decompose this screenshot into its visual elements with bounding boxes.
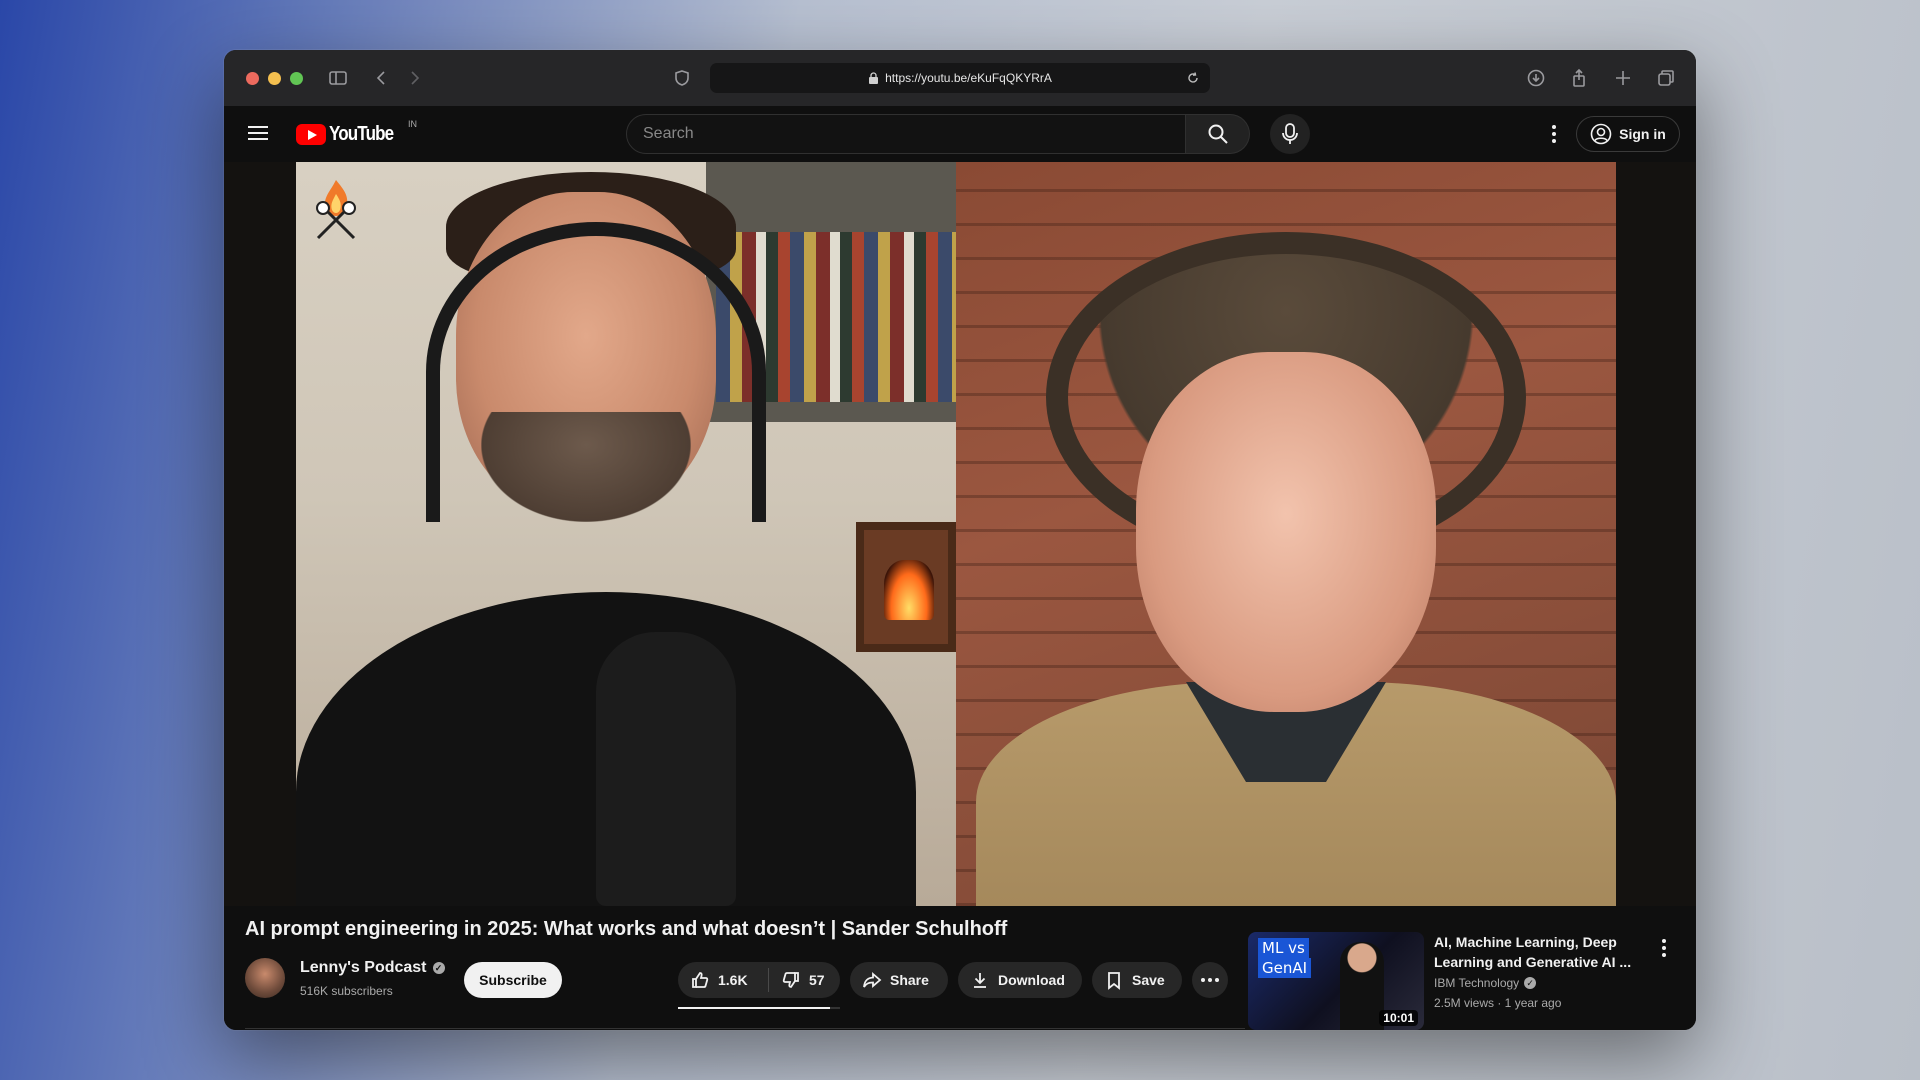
video-left-speaker	[296, 162, 956, 906]
youtube-header: YouTube IN Search Sign in	[224, 106, 1696, 162]
dislike-count: 57	[809, 972, 825, 988]
back-icon[interactable]	[370, 66, 394, 90]
download-icon	[974, 973, 986, 988]
privacy-shield-icon[interactable]	[670, 66, 694, 90]
save-label: Save	[1132, 972, 1165, 988]
thumbnail-presenter	[1340, 942, 1384, 1030]
channel-name[interactable]: Lenny's Podcast	[300, 959, 427, 977]
like-ratio-fill	[678, 1007, 831, 1009]
thumbnail-text-line1: ML vs	[1258, 938, 1309, 958]
video-title: AI prompt engineering in 2025: What work…	[245, 918, 1008, 940]
tab-overview-icon[interactable]	[1654, 66, 1678, 90]
like-button[interactable]: 1.6K	[678, 970, 768, 990]
thumbs-down-icon	[782, 972, 799, 988]
channel-name-row[interactable]: Lenny's Podcast ✓	[300, 959, 445, 977]
fireplace	[856, 522, 956, 652]
search-input[interactable]: Search	[626, 114, 1186, 154]
recommended-channel[interactable]: IBM Technology	[1434, 976, 1519, 990]
like-count: 1.6K	[718, 972, 748, 988]
url-text: https://youtu.be/eKuFqQKYRrA	[885, 71, 1052, 85]
search-icon	[1208, 124, 1228, 144]
thumbs-up-icon	[692, 972, 709, 988]
zoom-window-button[interactable]	[290, 72, 303, 85]
share-sheet-icon[interactable]	[1567, 66, 1591, 90]
like-dislike-group: 1.6K 57	[678, 962, 840, 998]
sign-in-button[interactable]: Sign in	[1576, 116, 1680, 152]
bookmark-icon	[1108, 972, 1120, 990]
right-speaker-face	[1136, 352, 1436, 712]
share-button[interactable]: Share	[850, 962, 948, 998]
youtube-wordmark: YouTube	[329, 123, 394, 145]
voice-search-button[interactable]	[1270, 114, 1310, 154]
headphones	[426, 222, 766, 522]
minimize-window-button[interactable]	[268, 72, 281, 85]
youtube-play-icon	[296, 124, 326, 145]
settings-menu-icon[interactable]	[1542, 120, 1566, 148]
download-label: Download	[998, 972, 1065, 988]
recommended-menu-icon[interactable]	[1656, 936, 1672, 960]
sidebar-toggle-icon[interactable]	[326, 66, 350, 90]
subscribe-button[interactable]: Subscribe	[464, 962, 562, 998]
more-actions-icon[interactable]	[1192, 962, 1228, 998]
description-divider	[245, 1028, 1245, 1029]
like-ratio-bar	[678, 1007, 840, 1009]
verified-icon: ✓	[1524, 977, 1537, 989]
browser-window: https://youtu.be/eKuFqQKYRrA YouTube IN …	[224, 50, 1696, 1030]
channel-avatar[interactable]	[245, 958, 285, 998]
menu-icon[interactable]	[246, 122, 270, 146]
video-duration: 10:01	[1379, 1010, 1418, 1026]
subscriber-count: 516K subscribers	[300, 984, 393, 998]
recommended-title[interactable]: AI, Machine Learning, Deep Learning and …	[1434, 932, 1644, 972]
close-window-button[interactable]	[246, 72, 259, 85]
save-button[interactable]: Save	[1092, 962, 1182, 998]
video-right-speaker	[956, 162, 1616, 906]
new-tab-icon[interactable]	[1611, 66, 1635, 90]
verified-icon: ✓	[432, 962, 445, 974]
share-icon	[863, 972, 882, 988]
podcast-microphone	[596, 632, 736, 906]
video-info: AI prompt engineering in 2025: What work…	[224, 906, 1696, 1030]
reload-icon[interactable]	[1186, 71, 1200, 85]
recommended-thumbnail[interactable]: ML vs GenAI 10:01	[1248, 932, 1424, 1030]
recommended-meta: 2.5M views · 1 year ago	[1434, 996, 1562, 1010]
country-code: IN	[408, 119, 417, 129]
sign-in-label: Sign in	[1619, 126, 1666, 142]
downloads-icon[interactable]	[1524, 66, 1548, 90]
recommended-channel-row[interactable]: IBM Technology ✓	[1434, 976, 1537, 990]
thumbnail-text-line2: GenAI	[1258, 958, 1312, 978]
youtube-logo[interactable]: YouTube IN	[296, 119, 417, 146]
search-button[interactable]	[1186, 114, 1250, 154]
download-button[interactable]: Download	[958, 962, 1082, 998]
share-label: Share	[890, 972, 929, 988]
dislike-button[interactable]: 57	[769, 970, 825, 990]
window-controls	[246, 72, 303, 85]
microphone-icon	[1282, 123, 1298, 144]
address-bar[interactable]: https://youtu.be/eKuFqQKYRrA	[710, 63, 1210, 93]
video-player[interactable]	[224, 162, 1696, 906]
safari-toolbar: https://youtu.be/eKuFqQKYRrA	[224, 50, 1696, 106]
recommended-video[interactable]: ML vs GenAI 10:01 AI, Machine Learning, …	[1248, 932, 1688, 1030]
podcast-logo-icon	[316, 180, 356, 240]
account-icon	[1590, 123, 1612, 145]
lock-icon	[869, 72, 879, 84]
forward-icon[interactable]	[402, 66, 426, 90]
